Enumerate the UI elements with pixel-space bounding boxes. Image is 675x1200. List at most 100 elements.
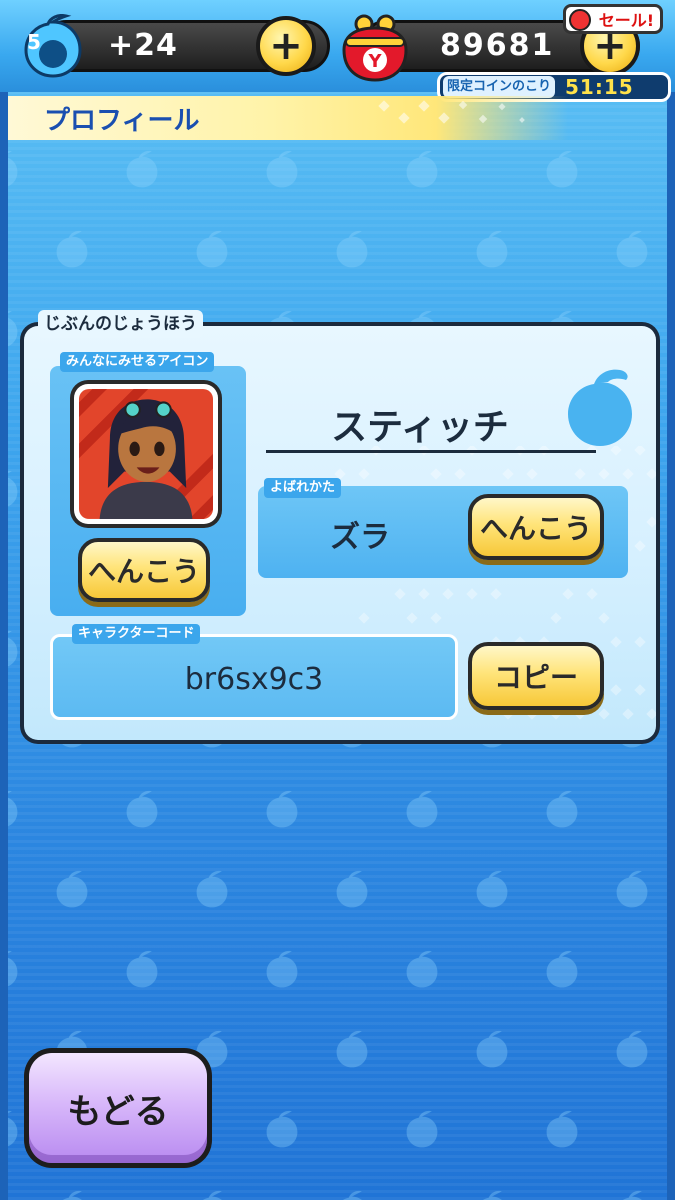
pattern-drop: [547, 791, 578, 828]
back-button[interactable]: もどる: [24, 1048, 212, 1168]
pattern-drop: [617, 871, 648, 908]
svg-text:Y: Y: [367, 51, 382, 72]
card-diamond: [430, 468, 441, 479]
card-diamond: [634, 636, 645, 647]
pattern-drop: [337, 231, 368, 268]
pattern-drop: [407, 151, 438, 188]
card-diamond: [550, 708, 561, 719]
pattern-drop: [547, 951, 578, 988]
card-diamond: [358, 468, 369, 479]
sale-badge[interactable]: セール!: [563, 4, 663, 34]
card-diamond: [574, 708, 585, 719]
sale-icon: [569, 9, 591, 31]
pattern-drop: [267, 1111, 298, 1148]
drop-icon: [560, 362, 642, 452]
page-title: プロフィール: [44, 100, 284, 134]
card-diamond: [394, 588, 405, 599]
card-diamond: [502, 468, 513, 479]
coin-count: 89681: [440, 28, 580, 68]
card-diamond: [634, 540, 645, 551]
change-icon-button[interactable]: へんこう: [78, 538, 210, 602]
card-diamond: [598, 468, 609, 479]
pattern-drop: [617, 231, 648, 268]
pattern-drop: [547, 1111, 578, 1148]
pattern-drop: [197, 231, 228, 268]
pattern-drop: [127, 951, 158, 988]
stamina-value: +24: [108, 28, 238, 68]
card-diamond: [622, 708, 633, 719]
pattern-drop: [337, 871, 368, 908]
pattern-drop: [267, 951, 298, 988]
level-number: 5: [17, 30, 51, 60]
card-diamond: [502, 708, 513, 719]
card-diamond: [466, 588, 477, 599]
character-code-value: br6sx9c3: [54, 662, 454, 706]
card-diamond: [490, 588, 501, 599]
card-diamond: [622, 468, 633, 479]
pattern-drop: [0, 151, 17, 188]
section-label: じぶんのじょうほう: [38, 310, 203, 338]
card-diamond: [574, 468, 585, 479]
pattern-drop: [617, 1031, 648, 1068]
pattern-drop: [477, 871, 508, 908]
card-diamond: [562, 588, 573, 599]
name-underline: [266, 450, 596, 453]
copy-code-button[interactable]: コピー: [468, 642, 604, 710]
pattern-drop: [407, 951, 438, 988]
card-diamond: [418, 588, 429, 599]
card-diamond: [550, 612, 561, 623]
character-code-label: キャラクターコード: [72, 624, 200, 644]
card-diamond: [406, 612, 417, 623]
banner-dots-decoration: [370, 96, 570, 140]
card-diamond: [646, 516, 656, 527]
pattern-drop: [127, 791, 158, 828]
nickname-label: よばれかた: [264, 478, 341, 498]
pattern-drop: [197, 871, 228, 908]
card-diamond: [586, 588, 597, 599]
pattern-drop: [267, 791, 298, 828]
pattern-drop: [477, 1031, 508, 1068]
card-diamond: [358, 612, 369, 623]
pattern-drop: [0, 951, 17, 988]
card-diamond: [442, 588, 453, 599]
sale-label: セール!: [599, 7, 654, 31]
coin-purse-icon: Y: [338, 12, 412, 84]
pattern-drop: [0, 471, 17, 508]
icon-label: みんなにみせるアイコン: [60, 352, 214, 372]
pattern-drop: [0, 791, 17, 828]
card-diamond: [454, 468, 465, 479]
pattern-drop: [477, 231, 508, 268]
pattern-drop: [197, 1191, 228, 1200]
card-diamond: [634, 684, 645, 695]
card-diamond: [646, 468, 656, 479]
pattern-drop: [617, 1191, 648, 1200]
card-diamond: [526, 708, 537, 719]
pattern-drop: [57, 871, 88, 908]
card-diamond: [526, 468, 537, 479]
add-stamina-button[interactable]: +: [256, 16, 316, 76]
pattern-drop: [407, 1111, 438, 1148]
card-diamond: [610, 636, 621, 647]
pattern-drop: [267, 151, 298, 188]
pattern-drop: [337, 1031, 368, 1068]
pattern-drop: [127, 151, 158, 188]
card-diamond: [598, 612, 609, 623]
pattern-drop: [477, 1191, 508, 1200]
card-diamond: [646, 708, 656, 719]
pattern-drop: [57, 1191, 88, 1200]
avatar[interactable]: [70, 380, 222, 528]
nickname-value: ズラ: [300, 512, 420, 556]
pattern-drop: [0, 631, 17, 668]
pattern-drop: [57, 231, 88, 268]
pattern-drop: [407, 791, 438, 828]
avatar-character-icon: [79, 389, 213, 519]
pattern-drop: [0, 1111, 17, 1148]
player-name: スティッチ: [300, 398, 540, 444]
change-nickname-button[interactable]: へんこう: [468, 494, 604, 560]
pattern-drop: [547, 151, 578, 188]
card-diamond: [610, 684, 621, 695]
card-diamond: [430, 612, 441, 623]
limited-coin-label: 限定コインのこり: [443, 76, 555, 98]
back-button-label: もどる: [29, 1053, 207, 1163]
pattern-drop: [337, 1191, 368, 1200]
